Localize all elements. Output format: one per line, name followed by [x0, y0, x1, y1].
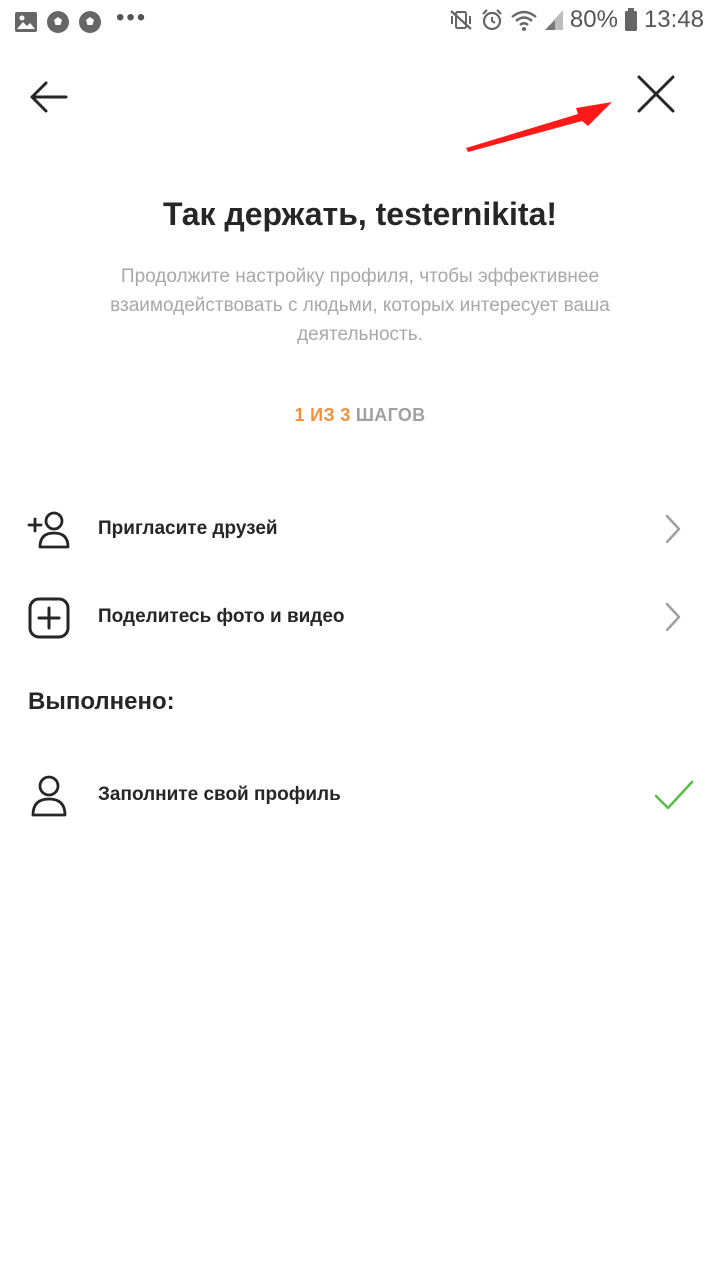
- signal-icon: [544, 10, 563, 30]
- person-icon: [31, 775, 67, 817]
- soccer-ball-icon: [47, 11, 69, 33]
- page-subtitle: Продолжите настройку профиля, чтобы эффе…: [110, 266, 610, 345]
- fill-profile-label: Заполните свой профиль: [98, 784, 341, 805]
- arrow-left-icon: [30, 81, 68, 113]
- completed-section-title: Выполнено:: [28, 688, 175, 715]
- mute-vibrate-icon: [450, 10, 472, 30]
- soccer-ball-icon: [79, 11, 101, 33]
- progress-indicator: 1 ИЗ 3 ШАГОВ: [0, 405, 720, 426]
- alarm-icon: [482, 9, 502, 31]
- add-square-icon: [28, 597, 70, 639]
- chevron-right-icon: [665, 602, 681, 632]
- clock: 13:48: [643, 6, 704, 33]
- close-button[interactable]: [632, 70, 680, 118]
- wifi-icon: [511, 10, 537, 31]
- invite-friends-label: Пригласите друзей: [98, 518, 278, 539]
- share-photo-video-label: Поделитесь фото и видео: [98, 606, 345, 627]
- chevron-right-icon: [665, 514, 681, 544]
- share-photo-video-row[interactable]: Поделитесь фото и видео: [0, 582, 720, 652]
- image-icon: [15, 12, 37, 32]
- checkmark-icon: [654, 780, 694, 810]
- status-left-icons: •••: [14, 4, 147, 36]
- status-bar: ••• 80% 13:48: [0, 0, 720, 44]
- fill-profile-row: Заполните свой профиль: [0, 760, 720, 830]
- status-right-icons: 80% 13:48: [448, 6, 704, 34]
- back-button[interactable]: [26, 74, 72, 120]
- page-title: Так держать, testernikita!: [162, 196, 558, 232]
- more-dots-icon: •••: [116, 4, 148, 31]
- progress-rest: ШАГОВ: [355, 405, 426, 425]
- battery-icon: [624, 8, 637, 31]
- invite-friends-row[interactable]: Пригласите друзей: [0, 494, 720, 564]
- progress-done: 1 ИЗ 3: [294, 405, 351, 425]
- add-person-icon: [27, 511, 70, 549]
- red-annotation-arrow: [466, 102, 612, 152]
- close-icon: [637, 75, 675, 113]
- battery-percent: 80%: [569, 6, 618, 33]
